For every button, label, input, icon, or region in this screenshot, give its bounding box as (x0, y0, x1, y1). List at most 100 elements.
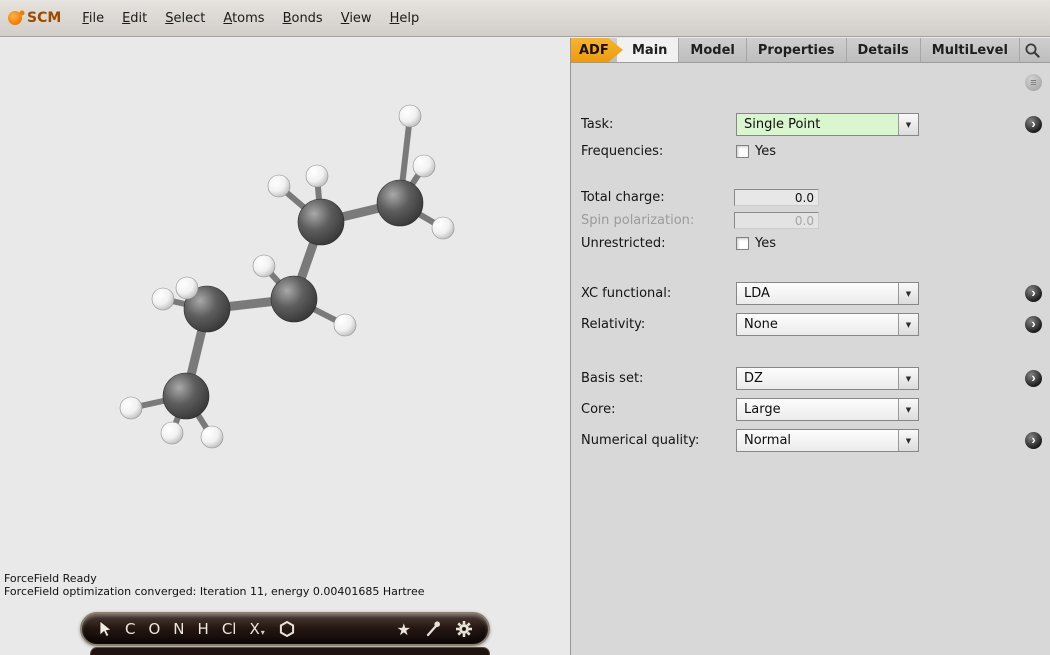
numerical-quality-select[interactable]: Normal ▼ (736, 429, 919, 452)
menu-file[interactable]: File (73, 7, 113, 30)
star-icon: ★ (397, 620, 411, 639)
numerical-quality-select-value: Normal (737, 430, 898, 451)
unrestricted-row: Unrestricted: Yes (581, 232, 1042, 255)
task-label: Task: (581, 113, 613, 136)
panel-body: ≡ Task: Single Point ▼ › Frequencies: Ye… (571, 62, 1050, 655)
molecule-viewer[interactable]: ForceField Ready ForceField optimization… (0, 38, 571, 655)
status-line-2: ForceField optimization converged: Itera… (4, 585, 425, 598)
core-label: Core: (581, 398, 615, 421)
task-row: Task: Single Point ▼ › (581, 113, 1042, 136)
scm-logo-text: SCM (27, 10, 61, 26)
spin-polarization-row: Spin polarization: (581, 209, 1042, 232)
frequencies-checkbox-label: Yes (755, 144, 776, 159)
frequencies-label: Frequencies: (581, 140, 663, 163)
core-select[interactable]: Large ▼ (736, 398, 919, 421)
unrestricted-checkbox-label: Yes (755, 236, 776, 251)
task-detail-button[interactable]: › (1025, 116, 1042, 133)
frequencies-checkbox[interactable]: Yes (736, 140, 776, 163)
select-arrow-icon: ▼ (898, 430, 918, 451)
menu-bar: SCM File Edit Select Atoms Bonds View He… (0, 0, 1050, 37)
frequencies-row: Frequencies: Yes (581, 140, 1042, 163)
element-x-button[interactable]: X ▾ (249, 620, 264, 638)
unrestricted-checkbox[interactable]: Yes (736, 232, 776, 255)
core-row: Core: Large ▼ (581, 398, 1042, 421)
settings-button[interactable] (455, 620, 473, 638)
select-arrow-icon: ▼ (898, 114, 918, 135)
menu-edit[interactable]: Edit (113, 7, 156, 30)
element-c-button[interactable]: C (125, 620, 135, 638)
chevron-right-icon: › (1031, 317, 1035, 330)
chevron-right-icon: › (1031, 286, 1035, 299)
select-arrow-icon: ▼ (898, 399, 918, 420)
total-charge-input[interactable] (734, 189, 819, 206)
select-arrow-icon: ▼ (898, 283, 918, 304)
relativity-row: Relativity: None ▼ › (581, 313, 1042, 336)
tab-bar: ADF Main Model Properties Details MultiL… (571, 38, 1050, 63)
tab-details[interactable]: Details (847, 38, 921, 62)
adfinput-window: SCM File Edit Select Atoms Bonds View He… (0, 0, 1050, 655)
select-arrow-icon: ▼ (898, 314, 918, 335)
chevron-right-icon: › (1031, 433, 1035, 446)
numerical-quality-row: Numerical quality: Normal ▼ › (581, 429, 1042, 452)
relativity-select-value: None (737, 314, 898, 335)
molecule-canvas[interactable] (0, 38, 570, 598)
relativity-select[interactable]: None ▼ (736, 313, 919, 336)
pointer-tool-button[interactable] (97, 620, 112, 638)
scm-logo-icon (8, 11, 22, 25)
tab-main[interactable]: Main (617, 38, 679, 62)
basis-set-select[interactable]: DZ ▼ (736, 367, 919, 390)
numerical-quality-label: Numerical quality: (581, 429, 699, 452)
cursor-arrow-icon (97, 620, 112, 638)
numerical-quality-detail-button[interactable]: › (1025, 432, 1042, 449)
status-line-1: ForceField Ready (4, 572, 425, 585)
basis-set-detail-button[interactable]: › (1025, 370, 1042, 387)
tab-model[interactable]: Model (679, 38, 746, 62)
menu-select[interactable]: Select (156, 7, 214, 30)
element-x-label: X (249, 620, 259, 638)
basis-set-row: Basis set: DZ ▼ › (581, 367, 1042, 390)
gear-icon (455, 620, 473, 638)
tools-button[interactable] (424, 620, 442, 638)
search-icon (1024, 42, 1041, 59)
xc-functional-detail-button[interactable]: › (1025, 285, 1042, 302)
panel-menu-button[interactable]: ≡ (1025, 74, 1042, 91)
adf-panel: ADF Main Model Properties Details MultiL… (571, 38, 1050, 655)
xc-functional-select-value: LDA (737, 283, 898, 304)
favorites-button[interactable]: ★ (397, 620, 411, 639)
wand-icon (424, 620, 442, 638)
status-area: ForceField Ready ForceField optimization… (4, 572, 425, 598)
menu-help[interactable]: Help (381, 7, 429, 30)
spin-polarization-label: Spin polarization: (581, 209, 694, 232)
element-o-button[interactable]: O (148, 620, 160, 638)
toolbar-drawer-handle[interactable] (90, 647, 490, 655)
menu-lines-icon: ≡ (1030, 77, 1036, 89)
relativity-label: Relativity: (581, 313, 645, 336)
tab-multilevel[interactable]: MultiLevel (921, 38, 1020, 62)
tab-properties[interactable]: Properties (747, 38, 847, 62)
ring-structure-button[interactable] (278, 620, 296, 638)
xc-functional-row: XC functional: LDA ▼ › (581, 282, 1042, 305)
task-select[interactable]: Single Point ▼ (736, 113, 919, 136)
adf-method-tag[interactable]: ADF (571, 38, 623, 62)
menu-bonds[interactable]: Bonds (274, 7, 332, 30)
scm-logo[interactable]: SCM (8, 10, 61, 26)
xc-functional-select[interactable]: LDA ▼ (736, 282, 919, 305)
chevron-right-icon: › (1031, 371, 1035, 384)
tabs: Main Model Properties Details MultiLevel (617, 38, 1020, 62)
menu-atoms[interactable]: Atoms (214, 7, 273, 30)
relativity-detail-button[interactable]: › (1025, 316, 1042, 333)
element-cl-button[interactable]: Cl (222, 620, 237, 638)
element-n-button[interactable]: N (173, 620, 184, 638)
select-arrow-icon: ▼ (898, 368, 918, 389)
basis-set-select-value: DZ (737, 368, 898, 389)
search-button[interactable] (1023, 41, 1041, 59)
xc-functional-label: XC functional: (581, 282, 671, 305)
element-h-button[interactable]: H (198, 620, 209, 638)
basis-set-label: Basis set: (581, 367, 643, 390)
menu-view[interactable]: View (332, 7, 381, 30)
spin-polarization-input (734, 212, 819, 229)
total-charge-label: Total charge: (581, 186, 665, 209)
element-toolbar: C O N H Cl X ▾ ★ (80, 612, 490, 646)
dropdown-arrow-icon: ▾ (261, 628, 265, 637)
checkbox-box-icon (736, 237, 749, 250)
